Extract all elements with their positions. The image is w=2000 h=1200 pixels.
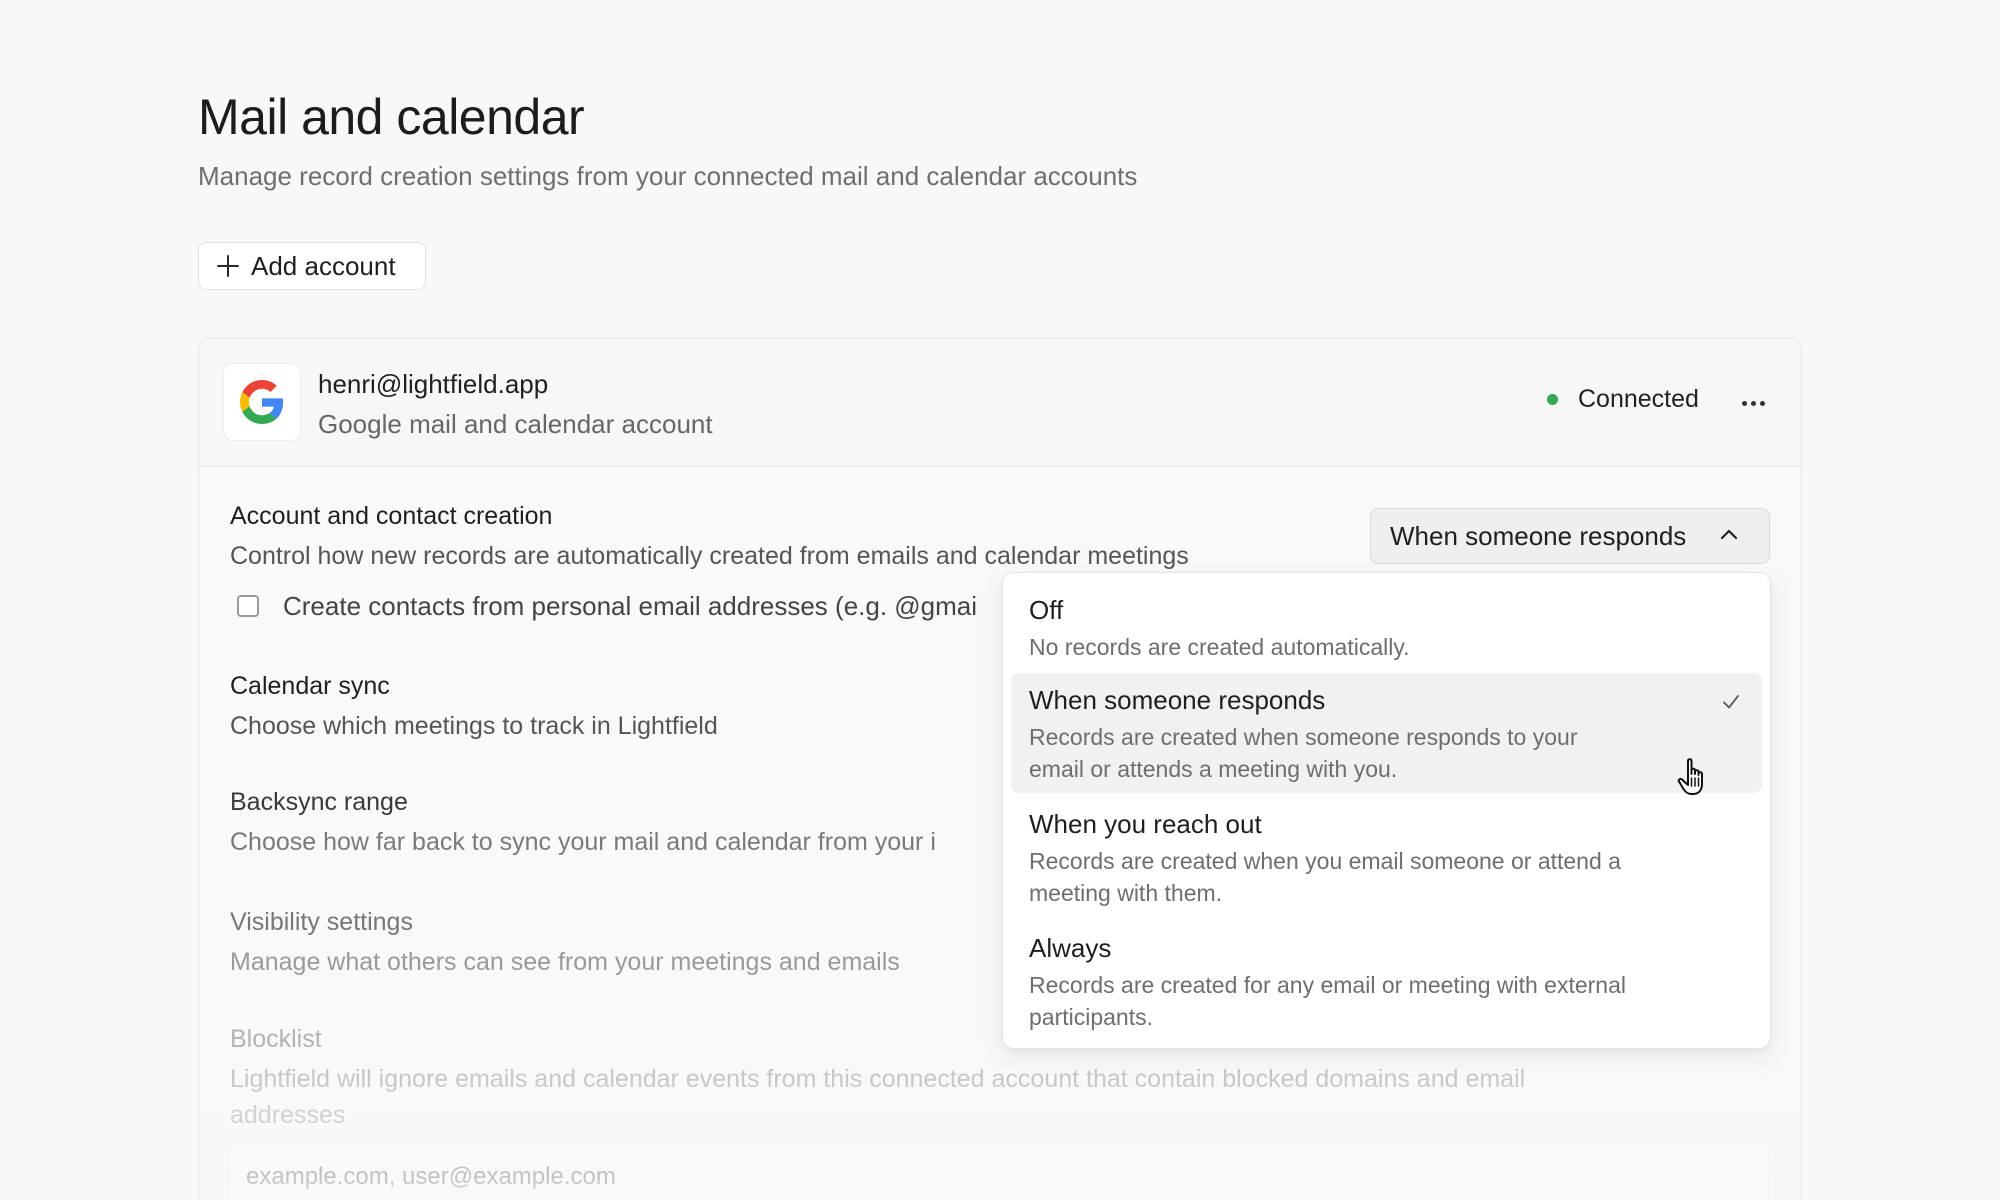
calendar-sync-description: Choose which meetings to track in Lightf… — [230, 712, 718, 740]
add-account-label: Add account — [251, 250, 396, 281]
option-description: No records are created automatically. — [1029, 634, 1410, 660]
option-description-line1: Records are created when someone respond… — [1029, 724, 1578, 750]
option-description-line1: Records are created for any email or mee… — [1029, 972, 1627, 998]
more-dot-icon — [1750, 400, 1756, 406]
option-label: Off — [1029, 595, 1064, 625]
visibility-description: Manage what others can see from your mee… — [230, 948, 900, 976]
option-off[interactable]: Off No records are created automatically… — [1011, 583, 1762, 671]
status-text: Connected — [1578, 385, 1699, 413]
hand-pointer-cursor-icon — [1677, 758, 1703, 795]
blocklist-title: Blocklist — [230, 1025, 322, 1053]
option-description-line2: participants. — [1029, 1004, 1154, 1030]
option-description-line1: Records are created when you email someo… — [1029, 848, 1621, 874]
option-label: When you reach out — [1029, 809, 1262, 839]
select-value: When someone responds — [1390, 520, 1687, 551]
account-header: henri@lightfield.app Google mail and cal… — [199, 339, 1801, 467]
account-creation-description: Control how new records are automaticall… — [230, 542, 1189, 570]
more-options-button[interactable] — [1737, 387, 1769, 419]
option-when-you-reach-out[interactable]: When you reach out Records are created w… — [1011, 797, 1762, 917]
record-creation-dropdown: Off No records are created automatically… — [1002, 572, 1771, 1049]
option-when-someone-responds[interactable]: When someone responds Records are create… — [1011, 673, 1762, 793]
plus-icon — [215, 253, 241, 279]
visibility-title: Visibility settings — [230, 908, 413, 936]
backsync-title: Backsync range — [230, 788, 408, 816]
google-icon — [223, 363, 301, 441]
account-type: Google mail and calendar account — [318, 409, 713, 439]
chevron-up-icon — [1720, 529, 1738, 540]
more-dot-icon — [1741, 400, 1747, 406]
personal-email-checkbox[interactable] — [237, 595, 259, 617]
page-subtitle: Manage record creation settings from you… — [198, 161, 1138, 191]
status-dot-icon — [1547, 394, 1558, 405]
account-creation-title: Account and contact creation — [230, 502, 553, 530]
record-creation-select[interactable]: When someone responds — [1370, 508, 1770, 564]
option-description-line2: email or attends a meeting with you. — [1029, 756, 1398, 782]
settings-page: Mail and calendar Manage record creation… — [0, 0, 2000, 1200]
personal-email-checkbox-label: Create contacts from personal email addr… — [283, 591, 978, 621]
calendar-sync-title: Calendar sync — [230, 672, 390, 700]
blocklist-input[interactable] — [229, 1147, 1769, 1200]
more-dot-icon — [1759, 400, 1765, 406]
option-label: When someone responds — [1029, 685, 1326, 715]
status-badge: Connected — [1547, 385, 1699, 414]
option-description-line2: meeting with them. — [1029, 880, 1223, 906]
account-email: henri@lightfield.app — [318, 369, 549, 399]
page-title: Mail and calendar — [198, 89, 585, 145]
add-account-button[interactable]: Add account — [198, 242, 426, 290]
blocklist-description-line2: addresses — [230, 1101, 346, 1129]
check-icon — [1723, 695, 1739, 709]
option-label: Always — [1029, 933, 1112, 963]
backsync-description: Choose how far back to sync your mail an… — [230, 828, 936, 856]
blocklist-description-line1: Lightfield will ignore emails and calend… — [230, 1065, 1526, 1093]
option-always[interactable]: Always Records are created for any email… — [1011, 921, 1762, 1041]
